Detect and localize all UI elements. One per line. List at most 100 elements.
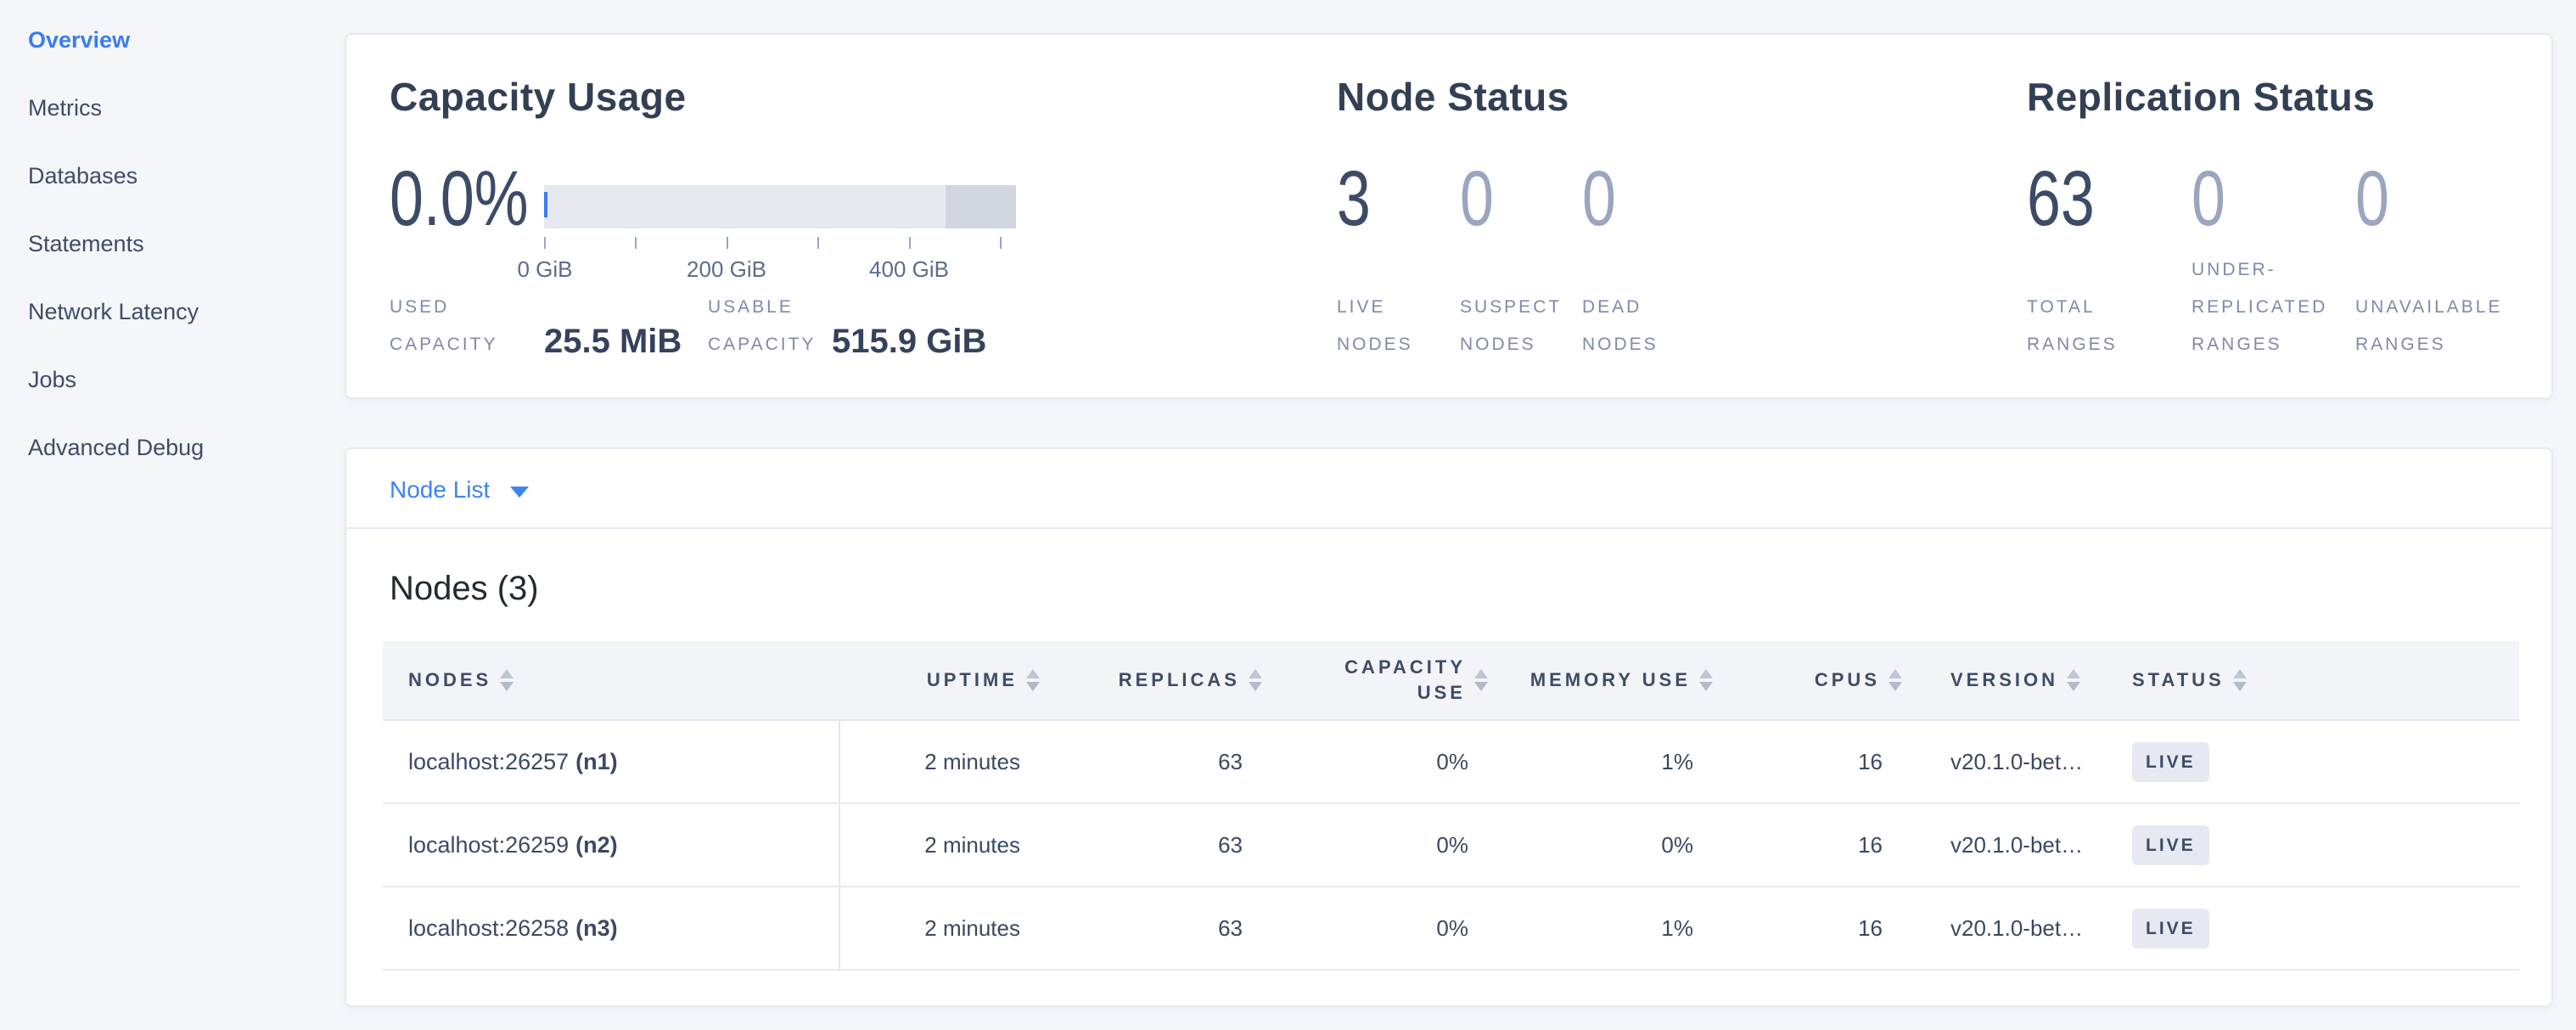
- column-label: VERSION: [1950, 667, 2058, 693]
- column-label: MEMORY USE: [1530, 667, 1691, 693]
- column-label: CPUS: [1815, 667, 1880, 693]
- version-cell: v20.1.0-bet…: [1918, 720, 2098, 803]
- status-badge: LIVE: [2132, 825, 2209, 865]
- suspect-nodes-count: 0: [1460, 158, 1494, 239]
- replicas-cell: 63: [1052, 803, 1269, 886]
- unavailable-ranges-count: 0: [2355, 158, 2389, 239]
- replication-status-title: Replication Status: [2027, 74, 2375, 120]
- node-address-cell[interactable]: localhost:26259(n2): [383, 803, 839, 886]
- column-header-memory-use[interactable]: MEMORY USE: [1504, 641, 1735, 720]
- uptime-cell: 2 minutes: [839, 720, 1052, 803]
- node-id: (n2): [575, 832, 618, 858]
- cpus-cell: 16: [1735, 720, 1918, 803]
- under-replicated-ranges-label: UNDER-REPLICATED RANGES: [2192, 251, 2366, 363]
- cpus-cell: 16: [1735, 886, 1918, 970]
- node-list-dropdown-label: Node List: [390, 473, 490, 507]
- node-list-card: Node List Nodes (3) NODES UPTIME REPLICA…: [345, 447, 2553, 1007]
- node-address-cell[interactable]: localhost:26257(n1): [383, 720, 839, 803]
- gauge-tick-label: 200 GiB: [687, 256, 766, 283]
- gauge-tick-label: 0 GiB: [517, 256, 572, 283]
- sort-icon[interactable]: [1474, 669, 1488, 691]
- sidebar-item-advanced-debug[interactable]: Advanced Debug: [28, 431, 334, 464]
- memory-use-cell: 1%: [1504, 886, 1735, 970]
- capacity-use-cell: 0%: [1269, 886, 1504, 970]
- uptime-cell: 2 minutes: [839, 886, 1052, 970]
- sort-icon[interactable]: [2067, 669, 2080, 691]
- sort-icon[interactable]: [1249, 669, 1262, 691]
- status-cell: LIVE: [2098, 803, 2519, 886]
- memory-use-cell: 0%: [1504, 803, 1735, 886]
- column-header-replicas[interactable]: REPLICAS: [1052, 641, 1269, 720]
- node-address: localhost:26257: [408, 749, 569, 774]
- sort-icon[interactable]: [500, 669, 514, 691]
- table-row: localhost:26257(n1) 2 minutes 63 0% 1% 1…: [383, 720, 2519, 803]
- capacity-gauge-bar: [544, 185, 1016, 228]
- gauge-tick: [909, 237, 911, 249]
- sidebar: Overview Metrics Databases Statements Ne…: [28, 23, 334, 498]
- sidebar-item-overview[interactable]: Overview: [28, 23, 334, 57]
- column-header-status[interactable]: STATUS: [2098, 641, 2519, 720]
- version-cell: v20.1.0-bet…: [1918, 886, 2098, 970]
- column-label: STATUS: [2132, 667, 2225, 693]
- node-address-cell[interactable]: localhost:26258(n3): [383, 886, 839, 970]
- live-nodes-count: 3: [1337, 158, 1371, 239]
- status-badge: LIVE: [2132, 909, 2209, 948]
- uptime-cell: 2 minutes: [839, 803, 1052, 886]
- card-divider: [346, 527, 2551, 529]
- usable-capacity-value: 515.9 GiB: [832, 321, 986, 362]
- version-cell: v20.1.0-bet…: [1918, 803, 2098, 886]
- used-capacity-label: USED CAPACITY: [390, 289, 542, 363]
- column-label: CAPACITY USE: [1344, 655, 1466, 706]
- node-id: (n1): [575, 749, 618, 774]
- node-list-view-dropdown[interactable]: Node List: [390, 473, 529, 507]
- sidebar-item-network-latency[interactable]: Network Latency: [28, 295, 334, 329]
- column-header-uptime[interactable]: UPTIME: [839, 641, 1052, 720]
- cpus-cell: 16: [1735, 803, 1918, 886]
- sort-icon[interactable]: [1026, 669, 1040, 691]
- sort-icon[interactable]: [1699, 669, 1713, 691]
- replicas-cell: 63: [1052, 720, 1269, 803]
- gauge-tick: [727, 237, 728, 249]
- memory-use-cell: 1%: [1504, 720, 1735, 803]
- column-header-capacity-use[interactable]: CAPACITY USE: [1269, 641, 1504, 720]
- capacity-gauge-used-marker: [544, 192, 547, 217]
- gauge-tick: [635, 237, 637, 249]
- dead-nodes-count: 0: [1582, 158, 1616, 239]
- sort-icon[interactable]: [1889, 669, 1902, 691]
- status-badge: LIVE: [2132, 742, 2209, 782]
- sidebar-item-jobs[interactable]: Jobs: [28, 363, 334, 397]
- gauge-tick: [817, 237, 819, 249]
- unavailable-ranges-label: UNAVAILABLE RANGES: [2355, 289, 2551, 363]
- table-header-row: NODES UPTIME REPLICAS CAPACITY USE MEMOR…: [383, 641, 2519, 720]
- cluster-summary-card: Capacity Usage 0.0% 0 GiB 200 GiB 400 Gi…: [345, 33, 2553, 399]
- column-label: REPLICAS: [1119, 667, 1240, 693]
- nodes-heading: Nodes (3): [390, 570, 539, 608]
- node-id: (n3): [575, 915, 618, 941]
- column-label: UPTIME: [927, 667, 1018, 693]
- total-ranges-label: TOTAL RANGES: [2027, 289, 2171, 363]
- node-address: localhost:26258: [408, 915, 569, 941]
- sidebar-item-metrics[interactable]: Metrics: [28, 91, 334, 125]
- node-status-title: Node Status: [1337, 74, 1569, 120]
- capacity-gauge-reserved-segment: [946, 185, 1016, 228]
- gauge-tick-label: 400 GiB: [869, 256, 949, 283]
- capacity-used-percent: 0.0%: [390, 158, 529, 239]
- table-row: localhost:26259(n2) 2 minutes 63 0% 0% 1…: [383, 803, 2519, 886]
- gauge-tick: [544, 237, 546, 249]
- node-address: localhost:26259: [408, 832, 569, 858]
- status-cell: LIVE: [2098, 720, 2519, 803]
- gauge-tick: [1000, 237, 1002, 249]
- table-row: localhost:26258(n3) 2 minutes 63 0% 1% 1…: [383, 886, 2519, 970]
- capacity-use-cell: 0%: [1269, 720, 1504, 803]
- sidebar-item-statements[interactable]: Statements: [28, 227, 334, 261]
- sort-icon[interactable]: [2233, 669, 2247, 691]
- replicas-cell: 63: [1052, 886, 1269, 970]
- sidebar-item-databases[interactable]: Databases: [28, 159, 334, 193]
- capacity-usage-title: Capacity Usage: [390, 74, 687, 120]
- column-header-nodes[interactable]: NODES: [383, 641, 839, 720]
- column-label: NODES: [408, 667, 491, 693]
- nodes-table: NODES UPTIME REPLICAS CAPACITY USE MEMOR…: [383, 641, 2519, 971]
- used-capacity-value: 25.5 MiB: [544, 321, 682, 362]
- column-header-version[interactable]: VERSION: [1918, 641, 2098, 720]
- column-header-cpus[interactable]: CPUS: [1735, 641, 1918, 720]
